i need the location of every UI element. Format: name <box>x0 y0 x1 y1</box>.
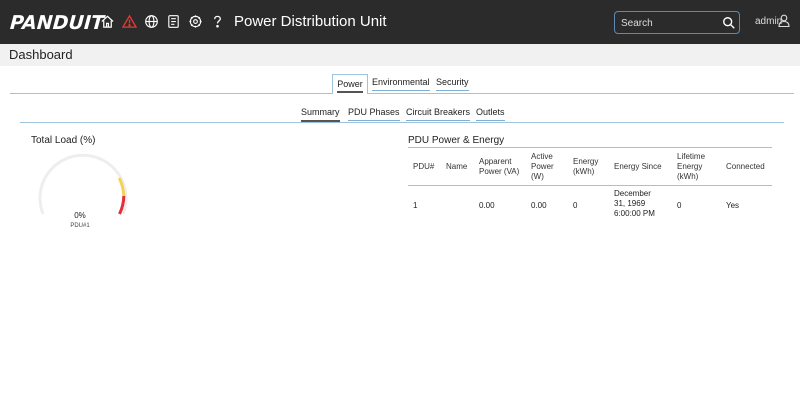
globe-icon[interactable] <box>143 13 159 29</box>
col-header-pdu: PDU# <box>413 162 435 171</box>
home-icon[interactable] <box>99 13 115 29</box>
top-bar: PANDUIT Power Distribution Unit admin <box>0 0 800 44</box>
sub-tabs: Summary PDU Phases Circuit Breakers Outl… <box>20 105 784 123</box>
tab-security[interactable]: Security <box>436 77 469 91</box>
search-icon[interactable] <box>722 16 736 30</box>
table-title: PDU Power & Energy <box>408 135 505 146</box>
cell-apparent-power: 0.00 <box>479 201 495 210</box>
title-divider <box>408 147 772 148</box>
col-header-connected: Connected <box>726 162 765 171</box>
tab-power[interactable]: Power <box>332 74 368 94</box>
user-icon[interactable] <box>778 14 790 27</box>
header-divider <box>408 185 772 186</box>
col-header-active-power: Active Power (W) <box>531 152 554 181</box>
page-title: Dashboard <box>9 47 73 62</box>
help-icon[interactable] <box>209 13 225 29</box>
main-tabs: Power Environmental Security <box>10 74 794 94</box>
page-header: Dashboard <box>0 44 800 66</box>
gear-icon[interactable] <box>187 13 203 29</box>
col-header-apparent-power: Apparent Power (VA) <box>479 157 520 176</box>
panduit-logo[interactable]: PANDUIT <box>9 12 105 34</box>
col-header-name: Name <box>446 162 468 171</box>
alert-icon[interactable] <box>121 13 137 29</box>
app-title: Power Distribution Unit <box>234 13 387 30</box>
cell-lifetime-energy: 0 <box>677 201 682 210</box>
cell-energy: 0 <box>573 201 578 210</box>
gauge-value: 0% <box>74 211 86 220</box>
col-header-energy-since: Energy Since <box>614 162 662 171</box>
tab-environmental[interactable]: Environmental <box>372 77 430 91</box>
cell-energy-since: December 31, 1969 6:00:00 PM <box>614 189 655 218</box>
col-header-lifetime-energy: Lifetime Energy (kWh) <box>677 152 706 181</box>
document-icon[interactable] <box>165 13 181 29</box>
tab-circuit-breakers[interactable]: Circuit Breakers <box>406 107 471 121</box>
gauge-title: Total Load (%) <box>31 135 96 146</box>
cell-active-power: 0.00 <box>531 201 547 210</box>
col-header-energy: Energy (kWh) <box>573 157 599 176</box>
tab-summary[interactable]: Summary <box>301 107 340 122</box>
cell-pdu: 1 <box>413 201 418 210</box>
cell-connected: Yes <box>726 201 740 210</box>
gauge-track <box>38 153 128 215</box>
gauge-label: PDU#1 <box>70 223 90 229</box>
search-box[interactable] <box>614 11 740 34</box>
search-input[interactable] <box>621 15 716 31</box>
tab-pdu-phases[interactable]: PDU Phases <box>348 107 400 121</box>
tab-outlets[interactable]: Outlets <box>476 107 505 121</box>
